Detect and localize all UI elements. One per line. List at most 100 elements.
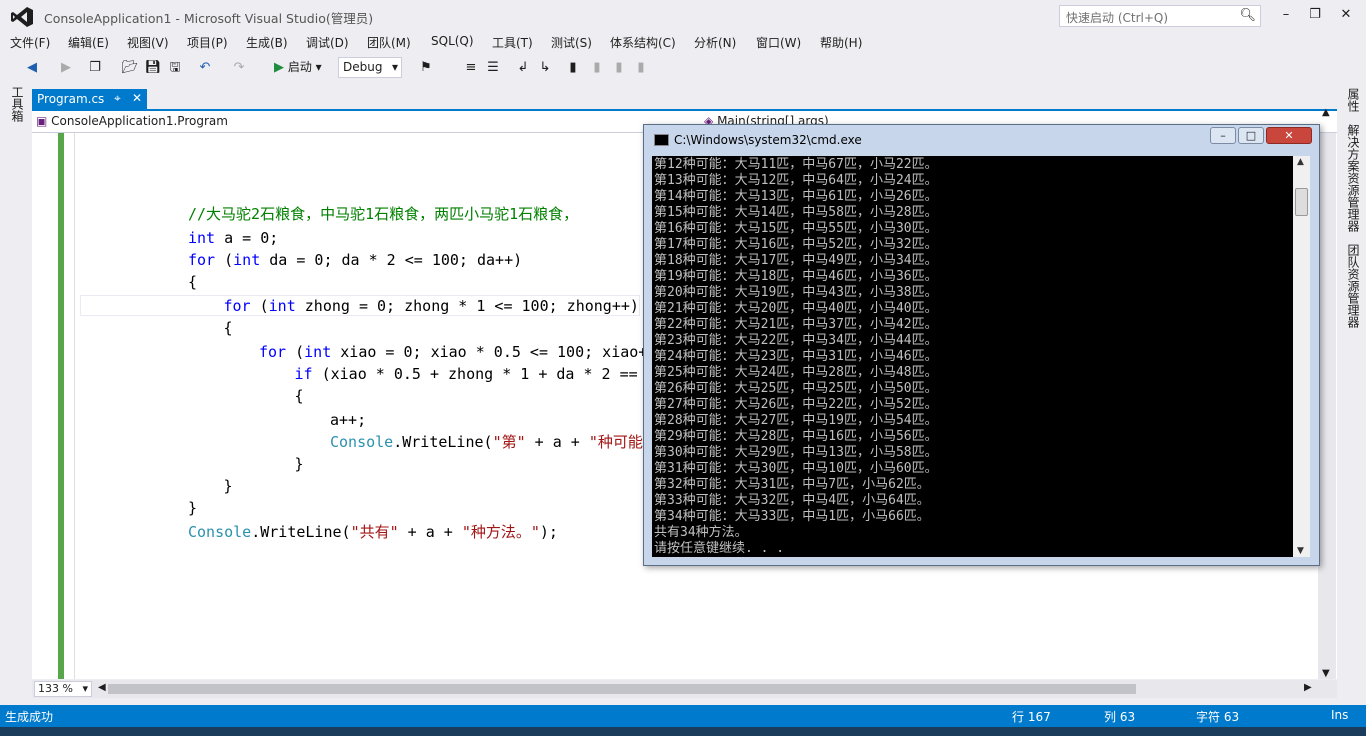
zoom-select[interactable]: 133 % ▾ [34,681,92,697]
menu-analyze[interactable]: 分析(N) [694,34,736,51]
quick-launch-input[interactable]: 快速启动 (Ctrl+Q) 🔍︎ [1059,5,1261,27]
menu-sql[interactable]: SQL(Q) [431,34,474,48]
vertical-scrollbar[interactable]: ▲ ▼ [1318,107,1336,679]
code-line[interactable]: int a = 0; [188,227,278,249]
maximize-button[interactable]: ❐ [1301,4,1329,26]
menu-view[interactable]: 视图(V) [127,34,169,51]
menu-window[interactable]: 窗口(W) [756,34,801,51]
menu-team[interactable]: 团队(M) [367,34,411,51]
code-token: "共有" [350,523,399,541]
code-token: for [259,343,287,361]
back-icon[interactable]: ◀ [22,58,42,78]
cmd-minimize-button[interactable]: – [1210,127,1236,144]
code-token: xiao = 0; xiao * 0.5 <= 100; xiao+ [331,343,648,361]
clear-bookmarks-icon[interactable]: ▮ [634,58,648,78]
cmd-output-line: 第21种可能：大马20匹，中马40匹，小马40匹。 [654,301,938,316]
menu-file[interactable]: 文件(F) [10,34,50,51]
new-project-icon[interactable]: ❐ [86,58,104,78]
close-button[interactable]: ✕ [1332,4,1360,26]
toolbar: ◀ ▶ ❐ 📂︎ 💾︎ 🖫︎ ↶ ↷ [0,55,1340,81]
cmd-console-output[interactable]: 第12种可能：大马11匹，中马67匹，小马22匹。 第13种可能：大马12匹，中马… [652,156,1310,557]
cmd-output-line: 第20种可能：大马19匹，中马43匹，小马38匹。 [654,285,938,300]
close-icon[interactable]: ✕ [132,91,142,105]
code-line[interactable]: //大马驼2石粮食，中马驼1石粮食，两匹小马驼1石粮食， [188,203,578,225]
class-dropdown[interactable]: ▣ ConsoleApplication1.Program [36,114,228,128]
scroll-up-icon[interactable]: ▲ [1297,157,1304,167]
start-button[interactable]: ▶ 启动 ▾ [274,58,322,75]
code-line[interactable]: { [295,385,304,407]
scroll-left-icon[interactable]: ◀ [98,682,106,693]
horizontal-scrollbar-thumb[interactable] [108,684,1136,694]
menu-architecture[interactable]: 体系结构(C) [610,34,676,51]
code-line[interactable]: if (xiao * 0.5 + zhong * 1 + da * 2 == [295,363,638,385]
cmd-output-line: 第14种可能：大马13匹，中马61匹，小马26匹。 [654,189,938,204]
code-line[interactable]: } [224,475,233,497]
comment-icon[interactable]: ↲ [514,58,532,78]
code-token: int [233,251,261,269]
save-icon[interactable]: 💾︎ [144,58,162,78]
scroll-down-icon[interactable]: ▼ [1322,668,1330,679]
cmd-close-button[interactable]: ✕ [1266,127,1312,144]
cmd-output-line: 第17种可能：大马16匹，中马52匹，小马32匹。 [654,237,938,252]
list-icon[interactable]: ☰ [484,58,502,78]
find-icon[interactable]: ⚑ [416,58,436,78]
cmd-output-line: 第22种可能：大马21匹，中马37匹，小马42匹。 [654,317,938,332]
configuration-value: Debug [343,60,383,74]
solution-explorer-tab[interactable]: 解决方案资源管理器 [1340,124,1362,234]
code-token: + a + [398,523,462,541]
code-token: int [304,343,332,361]
code-line[interactable]: } [188,497,197,519]
team-explorer-tab[interactable]: 团队资源管理器 [1340,244,1362,344]
cmd-output-line: 第16种可能：大马15匹，中马55匹，小马30匹。 [654,221,938,236]
bookmark-icon[interactable]: ▮ [566,58,580,78]
cmd-maximize-button[interactable]: □ [1238,127,1264,144]
cmd-window[interactable]: C:\Windows\system32\cmd.exe – □ ✕ 第12种可能… [643,124,1320,566]
configuration-select[interactable]: Debug ▾ [338,57,402,78]
code-line[interactable]: { [224,317,233,339]
open-file-icon[interactable]: 📂︎ [121,58,139,78]
redo-icon[interactable]: ↷ [230,58,248,78]
next-bookmark-icon[interactable]: ▮ [612,58,626,78]
prev-bookmark-icon[interactable]: ▮ [590,58,604,78]
code-line[interactable]: } [295,453,304,475]
scroll-down-icon[interactable]: ▼ [1297,546,1304,556]
cmd-output-line: 第29种可能：大马28匹，中马16匹，小马56匹。 [654,429,938,444]
change-margin [58,133,64,679]
menu-help[interactable]: 帮助(H) [820,34,862,51]
menu-build[interactable]: 生成(B) [246,34,288,51]
menu-test[interactable]: 测试(S) [551,34,592,51]
menu-debug[interactable]: 调试(D) [306,34,349,51]
undo-icon[interactable]: ↶ [196,58,214,78]
outline-icon[interactable]: ≡ [462,58,480,78]
toolbox-tab[interactable]: 工具箱 [6,86,26,146]
tab-program-cs[interactable]: Program.cs ⌖ ✕ [32,89,147,109]
forward-icon[interactable]: ▶ [58,58,74,78]
cmd-output-line: 第18种可能：大马17匹，中马49匹，小马34匹。 [654,253,938,268]
quick-launch-placeholder: 快速启动 (Ctrl+Q) [1066,11,1169,25]
code-line[interactable]: for (int xiao = 0; xiao * 0.5 <= 100; xi… [259,341,647,363]
code-line[interactable]: a++; [330,409,366,431]
uncomment-icon[interactable]: ↳ [536,58,554,78]
code-line[interactable]: Console.WriteLine("共有" + a + "种方法。"); [188,521,558,543]
code-token: "种方法。" [461,523,540,541]
save-all-icon[interactable]: 🖫︎ [166,58,184,78]
code-line[interactable]: Console.WriteLine("第" + a + "种可能 [330,431,643,453]
cmd-scrollbar[interactable]: ▲ ▼ [1293,156,1310,557]
code-line[interactable]: for (int zhong = 0; zhong * 1 <= 100; zh… [224,295,639,317]
code-token: ( [286,343,305,361]
code-line[interactable]: for (int da = 0; da * 2 <= 100; da++) [188,249,522,271]
minimize-button[interactable]: – [1272,4,1300,26]
cmd-output-line: 第34种可能：大马33匹，中马1匹，小马66匹。 [654,509,930,524]
scroll-up-icon[interactable]: ▲ [1322,107,1330,118]
cmd-scrollbar-thumb[interactable] [1295,188,1308,216]
properties-tab[interactable]: 属性 [1340,88,1362,118]
cmd-title: C:\Windows\system32\cmd.exe [674,133,862,147]
status-bar: 生成成功 行 167 列 63 字符 63 Ins [0,705,1366,727]
menu-project[interactable]: 项目(P) [187,34,228,51]
code-line[interactable]: { [188,271,197,293]
pin-icon[interactable]: ⌖ [114,91,121,106]
code-token: //大马驼2石粮食，中马驼1石粮食，两匹小马驼1石粮食， [188,205,579,223]
menu-tools[interactable]: 工具(T) [492,34,533,51]
menu-edit[interactable]: 编辑(E) [68,34,109,51]
scroll-right-icon[interactable]: ▶ [1304,682,1312,693]
